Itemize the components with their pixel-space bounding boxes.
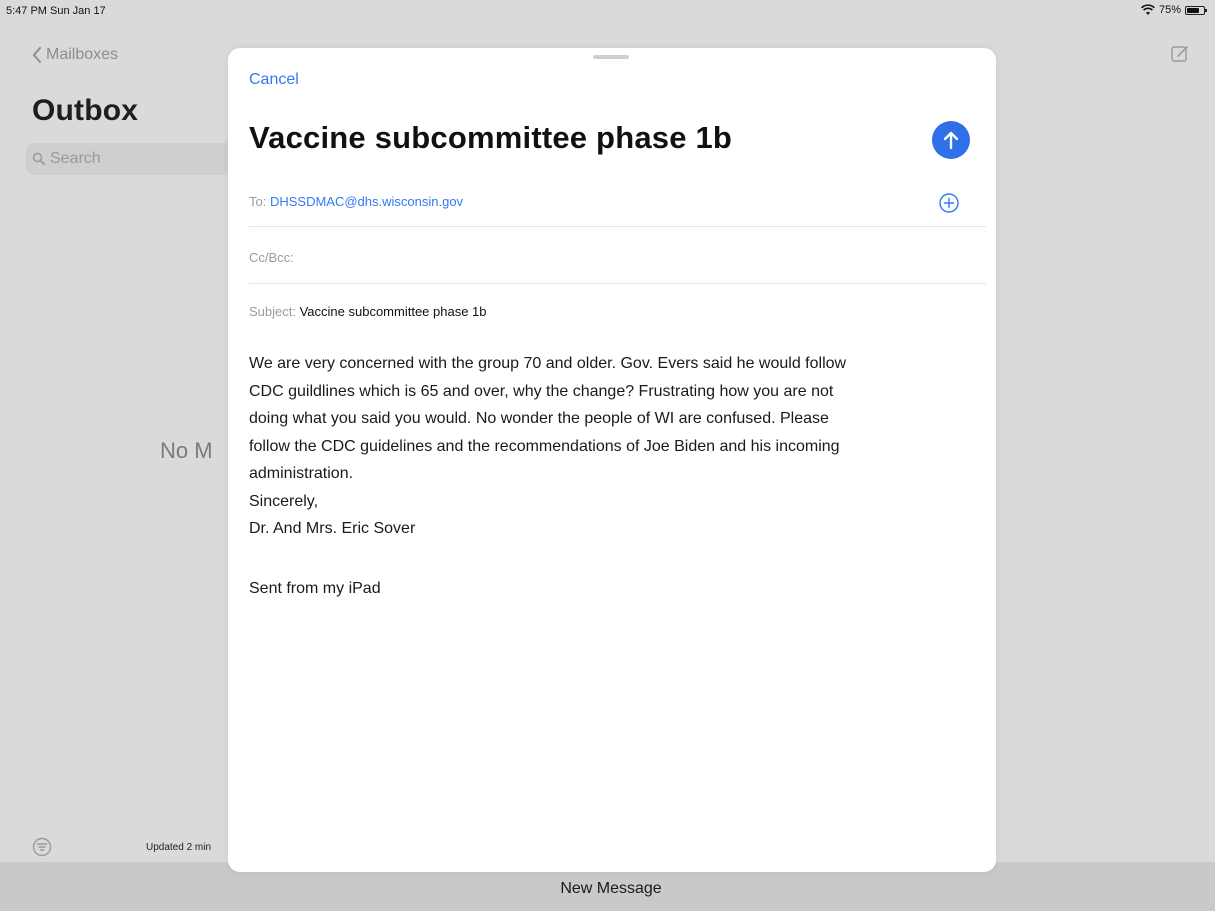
status-bar: 5:47 PM Sun Jan 17 75%: [0, 0, 1215, 22]
search-icon: [32, 152, 46, 166]
status-time: 5:47 PM Sun Jan 17: [6, 5, 106, 17]
chevron-left-icon: [32, 47, 41, 63]
new-message-label: New Message: [560, 880, 662, 897]
empty-state-text: No M: [160, 438, 213, 463]
arrow-up-icon: [943, 131, 959, 150]
updated-status: Updated 2 min: [146, 842, 212, 853]
status-indicators: 75%: [1141, 4, 1207, 16]
message-body[interactable]: We are very concerned with the group 70 …: [249, 350, 969, 543]
sheet-grabber[interactable]: [593, 55, 629, 59]
cc-bcc-label: Cc/Bcc:: [249, 250, 294, 265]
to-field[interactable]: To: DHSSDMAC@dhs.wisconsin.gov: [249, 194, 986, 209]
divider: [249, 226, 986, 227]
subject-field[interactable]: Subject: Vaccine subcommittee phase 1b: [249, 304, 986, 319]
subject-value[interactable]: Vaccine subcommittee phase 1b: [300, 304, 487, 319]
plus-circle-icon[interactable]: [938, 192, 960, 214]
battery-percent: 75%: [1158, 4, 1181, 16]
compose-icon[interactable]: [1170, 44, 1190, 64]
battery-fill: [1187, 7, 1200, 13]
compose-title: Vaccine subcommittee phase 1b: [249, 120, 733, 155]
search-input[interactable]: Search: [26, 143, 236, 175]
compose-sheet: Cancel Vaccine subcommittee phase 1b To:…: [228, 48, 996, 872]
outbox-title: Outbox: [32, 94, 139, 127]
subject-label: Subject:: [249, 304, 300, 319]
cc-bcc-field[interactable]: Cc/Bcc:: [249, 250, 986, 265]
battery-nub: [1205, 8, 1207, 12]
send-button[interactable]: [932, 121, 970, 159]
to-recipient[interactable]: DHSSDMAC@dhs.wisconsin.gov: [270, 194, 463, 209]
wifi-icon: [1141, 4, 1155, 15]
to-label: To:: [249, 194, 270, 209]
cancel-button[interactable]: Cancel: [249, 71, 299, 89]
filter-icon[interactable]: [32, 837, 52, 857]
divider: [249, 283, 986, 284]
message-signature[interactable]: Sent from my iPad: [249, 580, 381, 598]
back-label: Mailboxes: [46, 46, 119, 63]
battery-icon: [1185, 5, 1207, 15]
search-placeholder: Search: [50, 150, 101, 167]
screen: 5:47 PM Sun Jan 17 75% Mailboxes Outbox: [0, 0, 1215, 911]
back-to-mailboxes[interactable]: Mailboxes: [32, 46, 118, 64]
